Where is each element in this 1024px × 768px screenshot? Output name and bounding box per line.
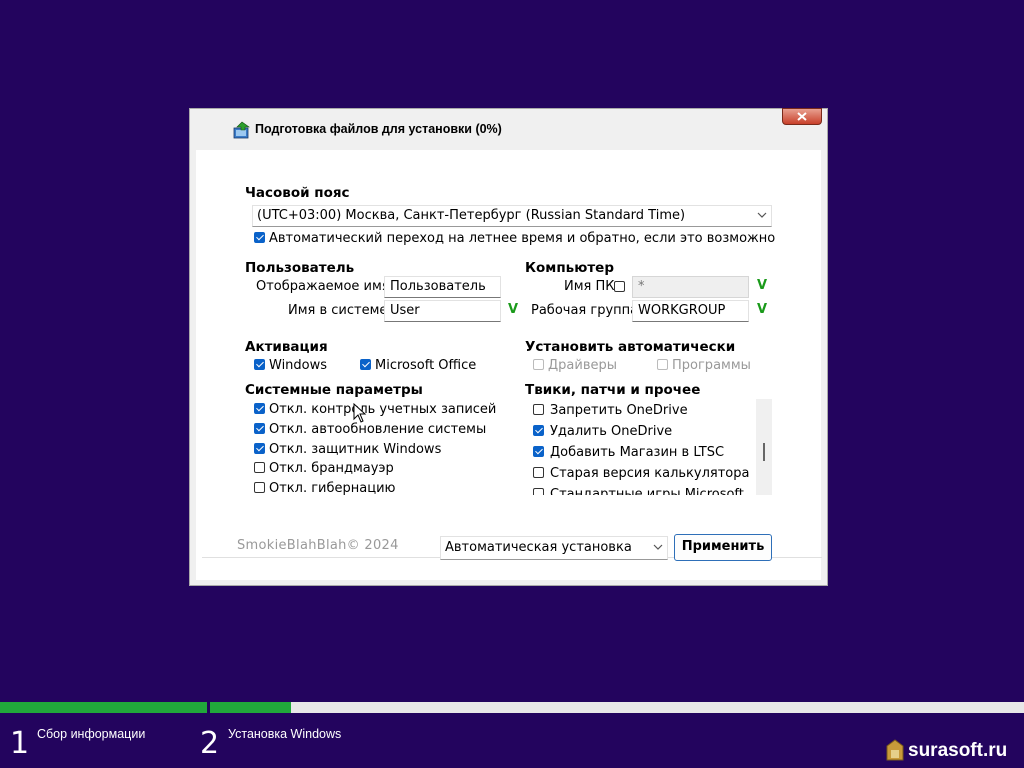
tweaks-scrollbar[interactable] [756, 399, 772, 495]
watermark-text: surasoft.ru [908, 740, 1008, 761]
auto-install-heading: Установить автоматически [525, 339, 736, 355]
step1-number: 1 [10, 726, 30, 761]
display-name-value: Пользователь [390, 279, 486, 294]
system-item-0-checkbox[interactable] [254, 403, 265, 414]
chevron-down-icon [757, 212, 767, 218]
drivers-checkbox[interactable] [533, 359, 544, 370]
pc-name-checkbox[interactable] [614, 281, 625, 292]
step1-progress-bar [0, 702, 207, 713]
computer-heading: Компьютер [525, 260, 614, 276]
tweak-item-3-label: Старая версия калькулятора [550, 466, 750, 481]
scrollbar-thumb[interactable] [763, 443, 765, 461]
pc-name-valid-mark: V [757, 278, 768, 293]
step2-number: 2 [200, 726, 220, 761]
login-valid-mark: V [508, 302, 519, 317]
activation-office-checkbox[interactable] [360, 359, 371, 370]
system-item-2-checkbox[interactable] [254, 443, 265, 454]
pc-name-label: Имя ПК [564, 279, 615, 294]
step2-progress-fill [210, 702, 292, 713]
content-panel: Часовой пояс (UTC+03:00) Москва, Санкт-П… [196, 150, 822, 580]
system-item-3-label: Откл. брандмауэр [269, 461, 394, 476]
activation-windows-label: Windows [269, 358, 328, 373]
setup-window: Подготовка файлов для установки (0%) Час… [189, 108, 828, 586]
workgroup-input[interactable]: WORKGROUP [632, 300, 749, 322]
step2-progress-bar [210, 702, 1024, 713]
system-item-0-label: Откл. контроль учетных записей [269, 402, 497, 417]
title-bar: Подготовка файлов для установки (0%) [190, 108, 827, 149]
user-heading: Пользователь [245, 260, 355, 276]
pc-name-value: * [638, 279, 645, 294]
workgroup-value: WORKGROUP [638, 303, 726, 318]
workgroup-label: Рабочая группа [531, 303, 639, 318]
step1-progress-fill [0, 702, 207, 713]
install-mode-select[interactable]: Автоматическая установка [440, 536, 668, 560]
display-name-label: Отображаемое имя [256, 279, 390, 294]
system-heading: Системные параметры [245, 382, 423, 398]
login-label: Имя в системе [288, 303, 388, 318]
install-mode-value: Автоматическая установка [445, 540, 632, 555]
apply-button[interactable]: Применить [674, 534, 772, 561]
system-item-4-label: Откл. гибернацию [269, 481, 396, 496]
timezone-heading: Часовой пояс [245, 185, 350, 201]
timezone-value: (UTC+03:00) Москва, Санкт-Петербург (Rus… [257, 208, 686, 223]
timezone-select[interactable]: (UTC+03:00) Москва, Санкт-Петербург (Rus… [252, 205, 772, 227]
tweaks-list[interactable]: Запретить OneDrive Удалить OneDrive Доба… [525, 399, 756, 495]
activation-office-label: Microsoft Office [375, 358, 477, 373]
system-item-1-label: Откл. автообновление системы [269, 422, 487, 437]
workgroup-valid-mark: V [757, 302, 768, 317]
surasoft-logo-icon [886, 739, 904, 761]
brand-text: SmokieBlahBlah© 2024 [237, 538, 399, 553]
tweak-item-0-checkbox[interactable] [533, 404, 544, 415]
system-item-1-checkbox[interactable] [254, 423, 265, 434]
login-value: User [390, 303, 420, 318]
tweak-item-4-label: Стандартные игры Microsoft [550, 487, 744, 495]
drivers-label: Драйверы [548, 358, 617, 373]
tweak-item-1-label: Удалить OneDrive [550, 424, 673, 439]
tweak-item-0-label: Запретить OneDrive [550, 403, 688, 418]
tweak-item-1-checkbox[interactable] [533, 425, 544, 436]
install-package-icon [233, 121, 250, 139]
tweaks-heading: Твики, патчи и прочее [525, 382, 701, 398]
display-name-input[interactable]: Пользователь [384, 276, 501, 298]
pc-name-input[interactable]: * [632, 276, 749, 298]
programs-checkbox[interactable] [657, 359, 668, 370]
activation-heading: Активация [245, 339, 328, 355]
tweak-item-3-checkbox[interactable] [533, 467, 544, 478]
activation-windows-checkbox[interactable] [254, 359, 265, 370]
system-item-3-checkbox[interactable] [254, 462, 265, 473]
chevron-down-icon [653, 544, 663, 550]
programs-label: Программы [672, 358, 751, 373]
tweak-item-2-label: Добавить Магазин в LTSC [550, 445, 725, 460]
system-item-4-checkbox[interactable] [254, 482, 265, 493]
dst-checkbox[interactable] [254, 232, 265, 243]
step1-label: Сбор информации [37, 727, 146, 741]
dst-label: Автоматический переход на летнее время и… [269, 231, 776, 246]
close-button[interactable] [782, 108, 822, 125]
system-item-2-label: Откл. защитник Windows [269, 442, 442, 457]
mouse-cursor-icon [353, 403, 367, 423]
tweak-item-2-checkbox[interactable] [533, 446, 544, 457]
tweak-item-4-checkbox[interactable] [533, 488, 544, 495]
setup-progress [0, 702, 1024, 713]
close-icon [797, 112, 807, 121]
window-title: Подготовка файлов для установки (0%) [255, 122, 502, 136]
step2-label: Установка Windows [228, 727, 342, 741]
login-input[interactable]: User [384, 300, 501, 322]
